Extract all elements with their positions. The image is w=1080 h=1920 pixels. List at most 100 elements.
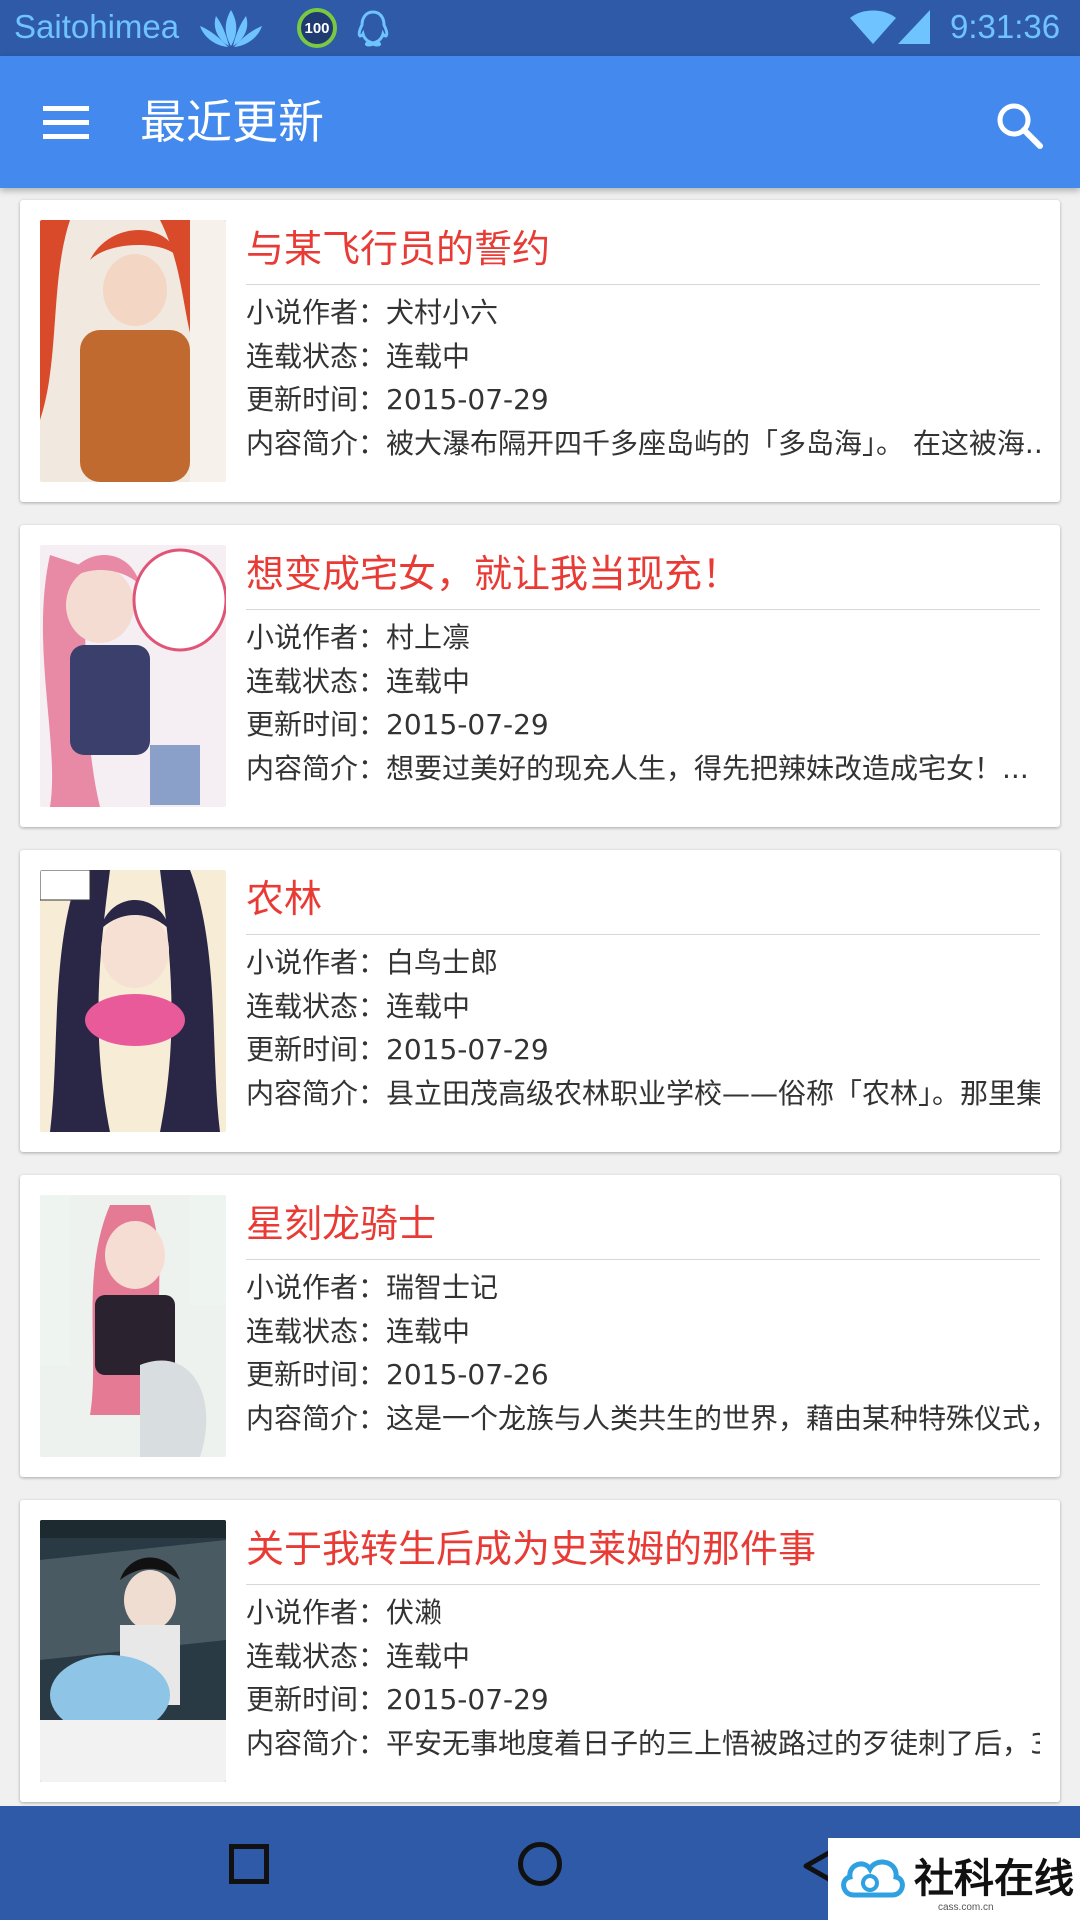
book-status-row: 连载状态：连载中 — [246, 660, 1040, 704]
book-summary-row: 内容简介：这是一个龙族与人类共生的世界，藉由某种特殊仪式，... — [246, 1397, 1040, 1441]
book-updated-label: 更新时间： — [246, 1033, 387, 1066]
book-updated-label: 更新时间： — [246, 708, 387, 741]
search-icon[interactable] — [990, 96, 1050, 156]
cloud-icon — [841, 1859, 905, 1898]
book-updated-value: 2015-07-29 — [386, 1033, 549, 1066]
book-card[interactable]: 星刻龙骑士 小说作者：瑞智士记 连载状态：连载中 更新时间：2015-07-26 内容简… — [20, 1175, 1060, 1477]
book-summary-label: 内容简介： — [246, 1076, 387, 1110]
book-author-label: 小说作者： — [246, 621, 387, 654]
book-status-row: 连载状态：连载中 — [246, 1635, 1040, 1679]
book-status-label: 连载状态： — [246, 339, 387, 373]
clock: 9:31:36 — [950, 8, 1061, 45]
book-status-row: 连载状态：连载中 — [246, 985, 1040, 1029]
watermark-subtext: cass.com.cn — [938, 1902, 994, 1913]
book-updated-row: 更新时间：2015-07-29 — [246, 378, 1040, 422]
book-cover-image — [40, 220, 226, 482]
divider — [246, 934, 1040, 935]
book-author-value: 白鸟士郎 — [386, 946, 499, 979]
book-status-label: 连载状态： — [246, 989, 387, 1023]
page-title: 最近更新 — [140, 95, 324, 149]
lotus-icon — [200, 10, 262, 47]
book-author-value: 犬村小六 — [386, 296, 499, 329]
book-author-row: 小说作者：伏濑 — [246, 1591, 1040, 1635]
book-status-row: 连载状态：连载中 — [246, 335, 1040, 379]
divider — [246, 1584, 1040, 1585]
book-summary-row: 内容简介：被大瀑布隔开四千多座岛屿的「多岛海」。 在这被海... — [246, 422, 1040, 466]
book-author-label: 小说作者： — [246, 1596, 387, 1629]
book-updated-row: 更新时间：2015-07-29 — [246, 1678, 1040, 1722]
book-info: 与某飞行员的誓约 小说作者：犬村小六 连载状态：连载中 更新时间：2015-07-29… — [246, 218, 1040, 465]
book-summary-row: 内容简介：县立田茂高级农林职业学校——俗称「农林」。那里集... — [246, 1072, 1040, 1116]
book-updated-row: 更新时间：2015-07-29 — [246, 1028, 1040, 1072]
book-status-label: 连载状态： — [246, 1314, 387, 1348]
book-title: 星刻龙骑士 — [246, 1202, 437, 1246]
book-updated-label: 更新时间： — [246, 1683, 387, 1716]
book-title: 关于我转生后成为史莱姆的那件事 — [246, 1527, 817, 1571]
book-summary-label: 内容简介： — [246, 1726, 387, 1760]
book-status-value: 连载中 — [386, 664, 471, 698]
book-author-label: 小说作者： — [246, 296, 387, 329]
book-cover-image — [40, 1520, 226, 1782]
book-summary-row: 内容简介：平安无事地度着日子的三上悟被路过的歹徒刺了后，3... — [246, 1722, 1040, 1766]
book-summary-row: 内容简介：想要过美好的现充人生，得先把辣妹改造成宅女！... — [246, 747, 1040, 791]
book-status-value: 连载中 — [386, 1314, 471, 1348]
book-info: 想变成宅女，就让我当现充！ 小说作者：村上凛 连载状态：连载中 更新时间：2015-0… — [246, 543, 1040, 790]
book-updated-row: 更新时间：2015-07-29 — [246, 703, 1040, 747]
book-info: 关于我转生后成为史莱姆的那件事 小说作者：伏濑 连载状态：连载中 更新时间：2015-… — [246, 1518, 1040, 1765]
watermark-logo: 社科在线 cass.com.cn — [828, 1838, 1080, 1920]
book-updated-value: 2015-07-29 — [386, 383, 549, 416]
book-summary-label: 内容简介： — [246, 751, 387, 785]
battery-badge: 100 — [297, 8, 337, 48]
book-summary-value: 这是一个龙族与人类共生的世界，藉由某种特殊仪式，... — [386, 1401, 1040, 1435]
book-summary-label: 内容简介： — [246, 1401, 387, 1435]
book-summary-value: 被大瀑布隔开四千多座岛屿的「多岛海」。 在这被海... — [386, 426, 1040, 460]
book-card[interactable]: 想变成宅女，就让我当现充！ 小说作者：村上凛 连载状态：连载中 更新时间：2015-0… — [20, 525, 1060, 827]
status-bar: Saitohimea 100 9:31:36 — [0, 0, 1080, 56]
book-summary-value: 想要过美好的现充人生，得先把辣妹改造成宅女！... — [386, 751, 1029, 785]
book-status-label: 连载状态： — [246, 664, 387, 698]
book-card[interactable]: 农林 小说作者：白鸟士郎 连载状态：连载中 更新时间：2015-07-29 内容简介：县… — [20, 850, 1060, 1152]
book-info: 星刻龙骑士 小说作者：瑞智士记 连载状态：连载中 更新时间：2015-07-26 内容简… — [246, 1193, 1040, 1440]
book-author-label: 小说作者： — [246, 946, 387, 979]
book-title: 农林 — [246, 877, 323, 921]
home-icon[interactable] — [518, 1842, 562, 1886]
book-author-value: 伏濑 — [386, 1596, 443, 1629]
book-updated-value: 2015-07-26 — [386, 1358, 549, 1391]
watermark-text: 社科在线 — [914, 1855, 1074, 1902]
recent-apps-icon[interactable] — [229, 1844, 269, 1884]
hamburger-menu-icon[interactable] — [26, 86, 106, 158]
book-author-row: 小说作者：犬村小六 — [246, 291, 1040, 335]
book-author-row: 小说作者：瑞智士记 — [246, 1266, 1040, 1310]
book-summary-label: 内容简介： — [246, 426, 387, 460]
book-card[interactable]: 与某飞行员的誓约 小说作者：犬村小六 连载状态：连载中 更新时间：2015-07-29… — [20, 200, 1060, 502]
book-status-value: 连载中 — [386, 1639, 471, 1673]
book-title: 与某飞行员的誓约 — [246, 227, 551, 271]
book-updated-label: 更新时间： — [246, 383, 387, 416]
book-cover-image — [40, 1195, 226, 1457]
book-author-label: 小说作者： — [246, 1271, 387, 1304]
cell-signal-icon — [898, 10, 930, 44]
book-author-row: 小说作者：村上凛 — [246, 616, 1040, 660]
book-updated-value: 2015-07-29 — [386, 1683, 549, 1716]
book-card[interactable]: 关于我转生后成为史莱姆的那件事 小说作者：伏濑 连载状态：连载中 更新时间：2015-… — [20, 1500, 1060, 1802]
app-bar: 最近更新 — [0, 56, 1080, 188]
book-updated-value: 2015-07-29 — [386, 708, 549, 741]
book-updated-label: 更新时间： — [246, 1358, 387, 1391]
book-summary-value: 县立田茂高级农林职业学校——俗称「农林」。那里集... — [386, 1076, 1040, 1110]
book-status-label: 连载状态： — [246, 1639, 387, 1673]
qq-penguin-icon — [357, 10, 389, 47]
book-summary-value: 平安无事地度着日子的三上悟被路过的歹徒刺了后，3... — [386, 1726, 1040, 1760]
book-status-value: 连载中 — [386, 989, 471, 1023]
book-author-value: 瑞智士记 — [386, 1271, 499, 1304]
book-cover-image — [40, 545, 226, 807]
book-author-row: 小说作者：白鸟士郎 — [246, 941, 1040, 985]
divider — [246, 284, 1040, 285]
divider — [246, 1259, 1040, 1260]
book-title: 想变成宅女，就让我当现充！ — [246, 552, 741, 596]
book-cover-image — [40, 870, 226, 1132]
book-info: 农林 小说作者：白鸟士郎 连载状态：连载中 更新时间：2015-07-29 内容简介：县… — [246, 868, 1040, 1115]
book-updated-row: 更新时间：2015-07-26 — [246, 1353, 1040, 1397]
carrier-label: Saitohimea — [14, 8, 180, 45]
book-author-value: 村上凛 — [386, 621, 471, 654]
divider — [246, 609, 1040, 610]
